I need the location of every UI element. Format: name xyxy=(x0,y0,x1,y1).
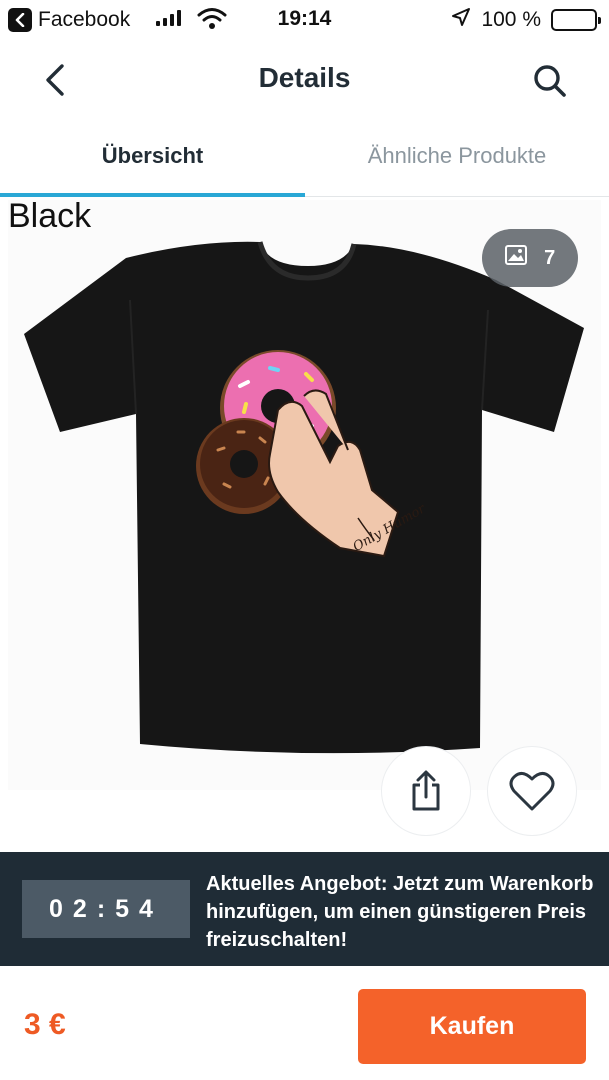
tab-bar: Übersicht Ähnliche Produkte xyxy=(0,125,609,197)
battery-percent: 100 % xyxy=(481,8,541,31)
share-icon xyxy=(412,770,440,811)
location-arrow-icon xyxy=(451,7,471,33)
countdown-timer: 02:54 xyxy=(22,880,190,938)
product-image[interactable]: Only Humor xyxy=(8,200,601,790)
wishlist-button[interactable] xyxy=(487,746,577,836)
status-bar: Facebook 19:14 100 % xyxy=(0,0,609,40)
nav-header: Details xyxy=(0,44,609,116)
share-button[interactable] xyxy=(381,746,471,836)
tab-overview[interactable]: Übersicht xyxy=(0,143,305,169)
price: 3 € xyxy=(24,1008,66,1041)
heart-icon xyxy=(509,772,555,811)
tshirt-illustration: Only Humor xyxy=(24,241,584,754)
page-title: Details xyxy=(258,62,351,93)
search-icon xyxy=(534,65,566,97)
offer-banner: 02:54 Aktuelles Angebot: Jetzt zum Waren… xyxy=(0,852,609,966)
battery-icon xyxy=(551,9,601,31)
buy-button[interactable]: Kaufen xyxy=(358,989,586,1064)
offer-message: Aktuelles Angebot: Jetzt zum Warenkorb h… xyxy=(206,873,594,951)
image-gallery-badge[interactable]: 7 xyxy=(482,229,578,287)
purchase-bar: 3 € Kaufen xyxy=(0,966,609,1080)
search-button[interactable] xyxy=(531,62,569,100)
tab-similar-products[interactable]: Ähnliche Produkte xyxy=(305,143,609,169)
variant-label: Black xyxy=(8,197,92,235)
image-count: 7 xyxy=(544,246,556,269)
image-icon xyxy=(504,245,527,271)
